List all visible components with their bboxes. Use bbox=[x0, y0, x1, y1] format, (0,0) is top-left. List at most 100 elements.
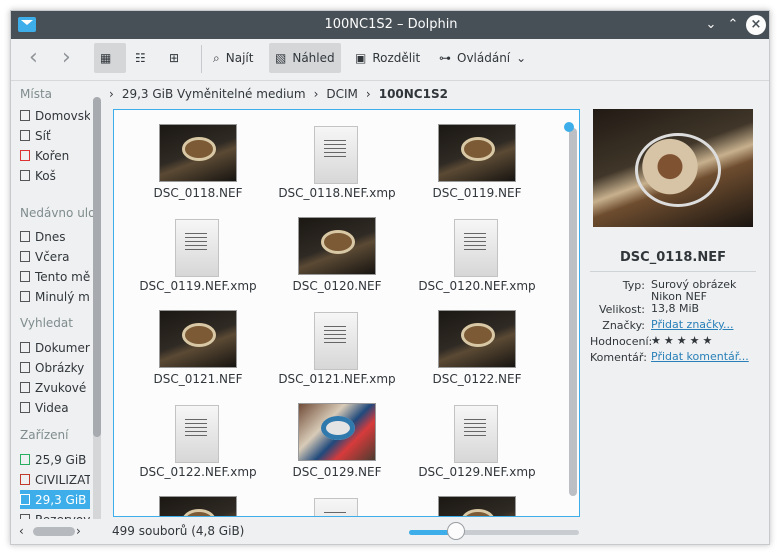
photo-thumbnail bbox=[438, 124, 516, 182]
file-item[interactable]: DSC_0121.NEF bbox=[128, 306, 268, 394]
metadata-value: Surový obrázek Nikon NEF bbox=[651, 278, 737, 303]
close-icon[interactable]: × bbox=[746, 15, 766, 35]
sidebar-item-label: Tento mě bbox=[35, 269, 90, 284]
sidebar-item-today[interactable]: Dnes bbox=[20, 227, 90, 246]
file-item[interactable]: DSC_0129.NEF bbox=[267, 399, 407, 487]
file-item[interactable]: DSC_0122.NEF.xmp bbox=[128, 399, 268, 487]
sidebar-item-label: Síť bbox=[35, 128, 51, 143]
metadata-row: Typ: Surový obrázek Nikon NEF bbox=[590, 279, 764, 303]
title-bar: 100NC1S2 – Dolphin ⌄ ⌃ × bbox=[11, 11, 769, 39]
image-icon: ▧ bbox=[275, 51, 287, 65]
preview-file-name: DSC_0118.NEF bbox=[620, 250, 726, 265]
scroll-position-indicator[interactable] bbox=[564, 122, 574, 132]
sidebar-item-last-month[interactable]: Minulý m bbox=[20, 287, 90, 306]
maximize-icon[interactable]: ⌃ bbox=[723, 15, 743, 35]
file-name: DSC_0118.NEF bbox=[153, 186, 243, 200]
sidebar-scroll-thumb[interactable] bbox=[93, 97, 101, 437]
file-item[interactable] bbox=[407, 492, 547, 516]
find-button[interactable]: ⌕ Najít bbox=[207, 43, 259, 73]
trash-icon bbox=[20, 170, 30, 181]
metadata-label: Typ: bbox=[622, 279, 645, 292]
icons-view-button[interactable]: ▦ bbox=[94, 43, 126, 73]
file-view-scroll-thumb[interactable] bbox=[569, 128, 577, 496]
sidebar-item-civilization[interactable]: CIVILIZAT bbox=[20, 470, 90, 489]
file-item[interactable]: DSC_0118.NEF.xmp bbox=[267, 120, 407, 208]
breadcrumb: › 29,3 GiB Vyměnitelné medium › DCIM › 1… bbox=[109, 84, 448, 104]
sidebar-item-disk-29[interactable]: 29,3 GiB bbox=[20, 490, 90, 509]
sidebar-item-documents[interactable]: Dokumer bbox=[20, 338, 90, 357]
sidebar-item-yesterday[interactable]: Včera bbox=[20, 247, 90, 266]
file-item[interactable]: DSC_0119.NEF bbox=[407, 120, 547, 208]
file-view[interactable]: DSC_0118.NEF DSC_0118.NEF.xmp DSC_0119.N… bbox=[113, 109, 580, 517]
sidebar-item-images[interactable]: Obrázky bbox=[20, 358, 90, 377]
sidebar-item-label: Zvukové bbox=[35, 380, 87, 395]
document-icon bbox=[314, 498, 358, 516]
window-title: 100NC1S2 – Dolphin bbox=[324, 17, 458, 32]
file-name: DSC_0118.NEF.xmp bbox=[278, 186, 396, 200]
controls-menu-button[interactable]: ⊶ Ovládání ⌄ bbox=[433, 43, 532, 73]
sidebar-item-this-month[interactable]: Tento mě bbox=[20, 267, 90, 286]
add-tags-link[interactable]: Přidat značky... bbox=[651, 319, 763, 335]
file-name: DSC_0119.NEF.xmp bbox=[139, 279, 257, 293]
sidebar-item-videos[interactable]: Videa bbox=[20, 398, 90, 417]
back-button[interactable]: ‹ bbox=[29, 47, 38, 69]
photo-thumbnail bbox=[298, 403, 376, 461]
sidebar-item-trash[interactable]: Koš bbox=[20, 166, 90, 185]
breadcrumb-current[interactable]: 100NC1S2 bbox=[379, 87, 448, 101]
document-icon bbox=[314, 126, 358, 184]
folder-icon bbox=[20, 402, 30, 413]
status-summary: 499 souborů (4,8 GiB) bbox=[112, 524, 245, 538]
file-item[interactable] bbox=[267, 492, 407, 516]
details-view-button[interactable]: ⊞ bbox=[163, 43, 195, 73]
file-item[interactable]: DSC_0118.NEF bbox=[128, 120, 268, 208]
network-icon bbox=[20, 130, 30, 141]
file-item[interactable] bbox=[128, 492, 268, 516]
add-comment-link[interactable]: Přidat komentář... bbox=[651, 351, 763, 367]
metadata-label: Velikost: bbox=[598, 303, 645, 316]
preview-button[interactable]: ▧ Náhled bbox=[269, 43, 341, 73]
file-item[interactable]: DSC_0120.NEF bbox=[267, 213, 407, 301]
metadata-label: Hodnocení: bbox=[590, 335, 653, 348]
zoom-slider-handle[interactable] bbox=[447, 522, 465, 540]
sidebar-item-home[interactable]: Domovsk bbox=[20, 106, 90, 125]
scroll-left-icon[interactable]: ‹ bbox=[19, 524, 24, 538]
sidebar-item-root[interactable]: Kořen bbox=[20, 146, 90, 165]
places-section-title: Místa bbox=[20, 87, 52, 101]
toolbar-separator bbox=[201, 45, 202, 73]
rating-stars[interactable]: ★★★★★ bbox=[651, 335, 763, 351]
sidebar-item-disk-25[interactable]: 25,9 GiB bbox=[20, 450, 90, 469]
sidebar-item-label: Koš bbox=[35, 168, 56, 183]
file-item[interactable]: DSC_0122.NEF bbox=[407, 306, 547, 394]
controls-icon: ⊶ bbox=[439, 51, 451, 65]
file-item[interactable]: DSC_0129.NEF.xmp bbox=[407, 399, 547, 487]
metadata-label: Komentář: bbox=[590, 351, 647, 364]
find-label: Najít bbox=[225, 51, 254, 65]
sidebar-item-label: Dnes bbox=[35, 229, 66, 244]
compact-view-button[interactable]: ☷ bbox=[129, 43, 161, 73]
tree-icon: ⊞ bbox=[169, 51, 180, 65]
file-name: DSC_0122.NEF.xmp bbox=[139, 465, 257, 479]
horizontal-scroll-thumb[interactable] bbox=[33, 527, 75, 536]
sidebar-item-audio[interactable]: Zvukové bbox=[20, 378, 90, 397]
split-label: Rozdělit bbox=[372, 51, 421, 65]
sidebar-item-label: 29,3 GiB bbox=[35, 492, 87, 507]
calendar-icon bbox=[20, 231, 30, 242]
file-item[interactable]: DSC_0120.NEF.xmp bbox=[407, 213, 547, 301]
chevron-right-icon: › bbox=[313, 87, 319, 101]
breadcrumb-item[interactable]: 29,3 GiB Vyměnitelné medium bbox=[122, 87, 306, 101]
file-item[interactable]: DSC_0121.NEF.xmp bbox=[267, 306, 407, 394]
breadcrumb-item[interactable]: DCIM bbox=[326, 87, 358, 101]
sidebar-item-network[interactable]: Síť bbox=[20, 126, 90, 145]
sidebar-item-label: Dokumer bbox=[35, 340, 90, 355]
forward-button[interactable]: › bbox=[62, 47, 71, 69]
minimize-icon[interactable]: ⌄ bbox=[701, 15, 721, 35]
photo-thumbnail bbox=[159, 496, 237, 516]
split-button[interactable]: ▣ Rozdělit bbox=[349, 43, 426, 73]
sidebar-item-label: Minulý m bbox=[35, 289, 90, 304]
sidebar-item-label: 25,9 GiB bbox=[35, 452, 87, 467]
places-sidebar: Místa Domovsk Síť Kořen Koš Nedávno ulo … bbox=[11, 81, 107, 544]
file-name: DSC_0120.NEF.xmp bbox=[418, 279, 536, 293]
file-item[interactable]: DSC_0119.NEF.xmp bbox=[128, 213, 268, 301]
sidebar-item-label: Domovsk bbox=[35, 108, 90, 123]
scroll-right-icon[interactable]: › bbox=[76, 524, 81, 538]
